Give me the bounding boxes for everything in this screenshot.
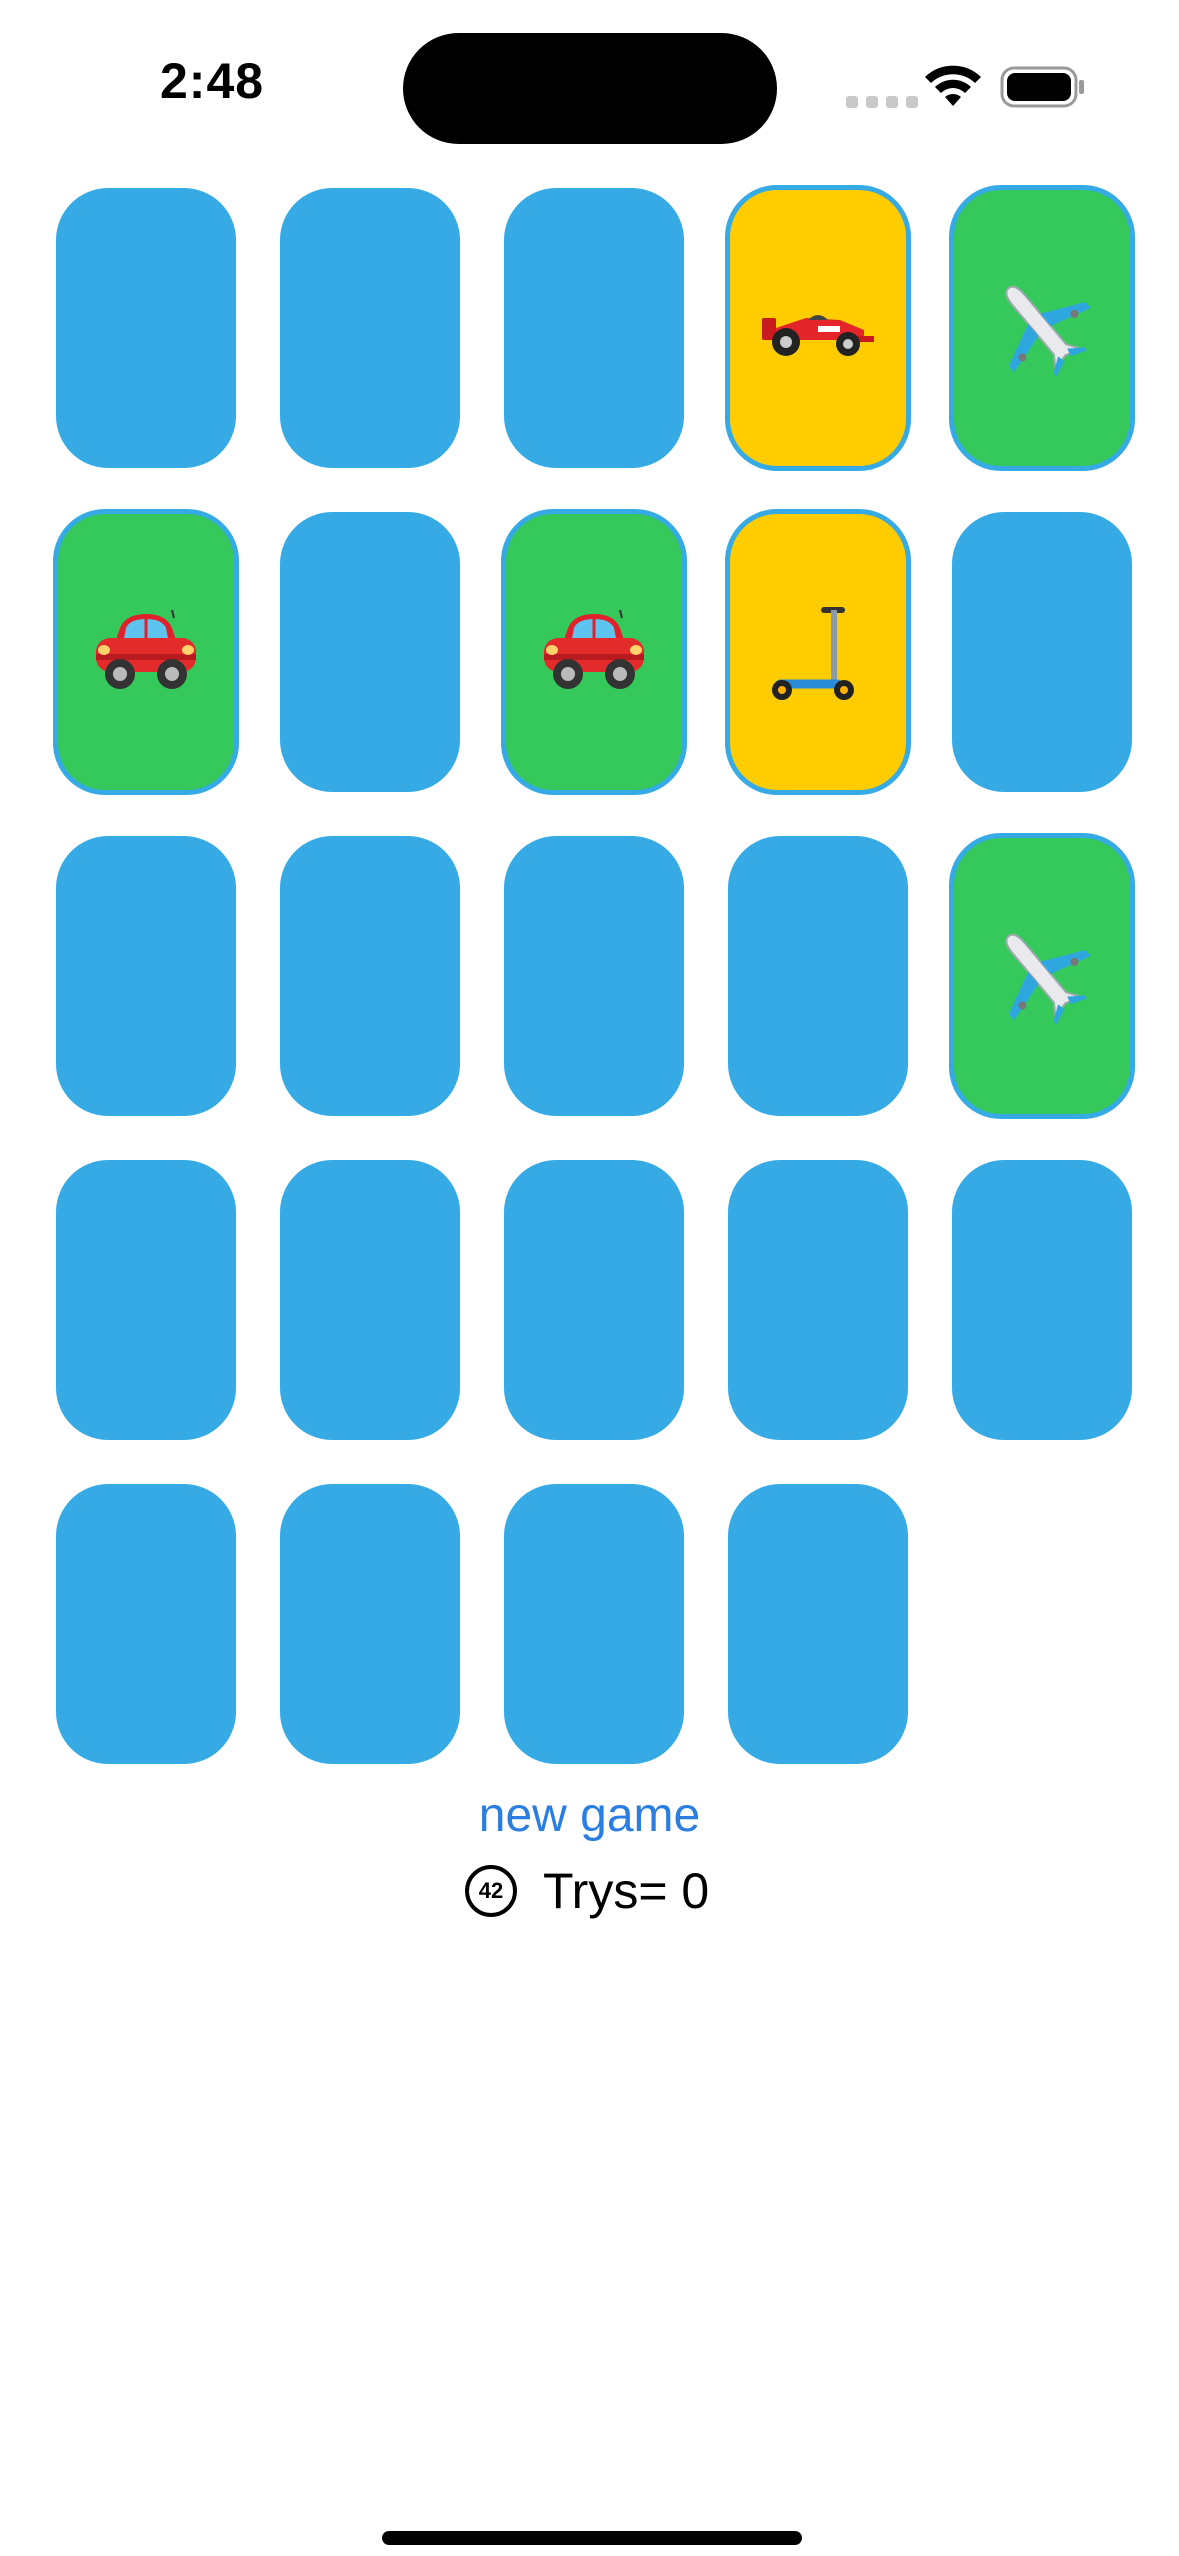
status-time: 2:48 [160,53,265,109]
card-face-down[interactable] [56,188,236,468]
home-indicator [382,2531,802,2545]
wifi-icon [925,65,981,106]
card-airplane[interactable] [949,185,1135,471]
card-face-down[interactable] [280,188,460,468]
card-face-down[interactable] [280,1484,460,1764]
card-airplane[interactable] [949,833,1135,1119]
cellular-signal-icon [846,96,918,108]
dynamic-island [403,33,777,144]
card-racecar[interactable] [725,185,911,471]
score-row: 42 Trys= 0 [465,1862,709,1920]
card-face-down[interactable] [504,1160,684,1440]
card-face-down[interactable] [728,1484,908,1764]
card-face-down[interactable] [952,1160,1132,1440]
card-face-down[interactable] [728,1160,908,1440]
trys-counter: Trys= 0 [543,1863,710,1919]
card-face-down[interactable] [504,188,684,468]
car-icon [90,610,202,694]
card-car[interactable] [53,509,239,795]
card-face-down[interactable] [56,836,236,1116]
number-badge-icon: 42 [465,1865,517,1917]
airplane-icon [986,272,1098,384]
card-car[interactable] [501,509,687,795]
new-game-button[interactable]: new game [0,1788,1179,1843]
card-face-down[interactable] [56,1160,236,1440]
racecar-icon [760,296,876,360]
card-face-down[interactable] [504,836,684,1116]
car-icon [538,610,650,694]
card-scooter[interactable] [725,509,911,795]
card-face-down[interactable] [504,1484,684,1764]
battery-icon [1000,66,1084,108]
card-face-down[interactable] [952,512,1132,792]
card-face-down[interactable] [56,1484,236,1764]
card-face-down[interactable] [280,1160,460,1440]
card-face-down[interactable] [728,836,908,1116]
card-face-down[interactable] [280,512,460,792]
airplane-icon [986,920,1098,1032]
scooter-icon [762,596,874,708]
card-face-down[interactable] [280,836,460,1116]
